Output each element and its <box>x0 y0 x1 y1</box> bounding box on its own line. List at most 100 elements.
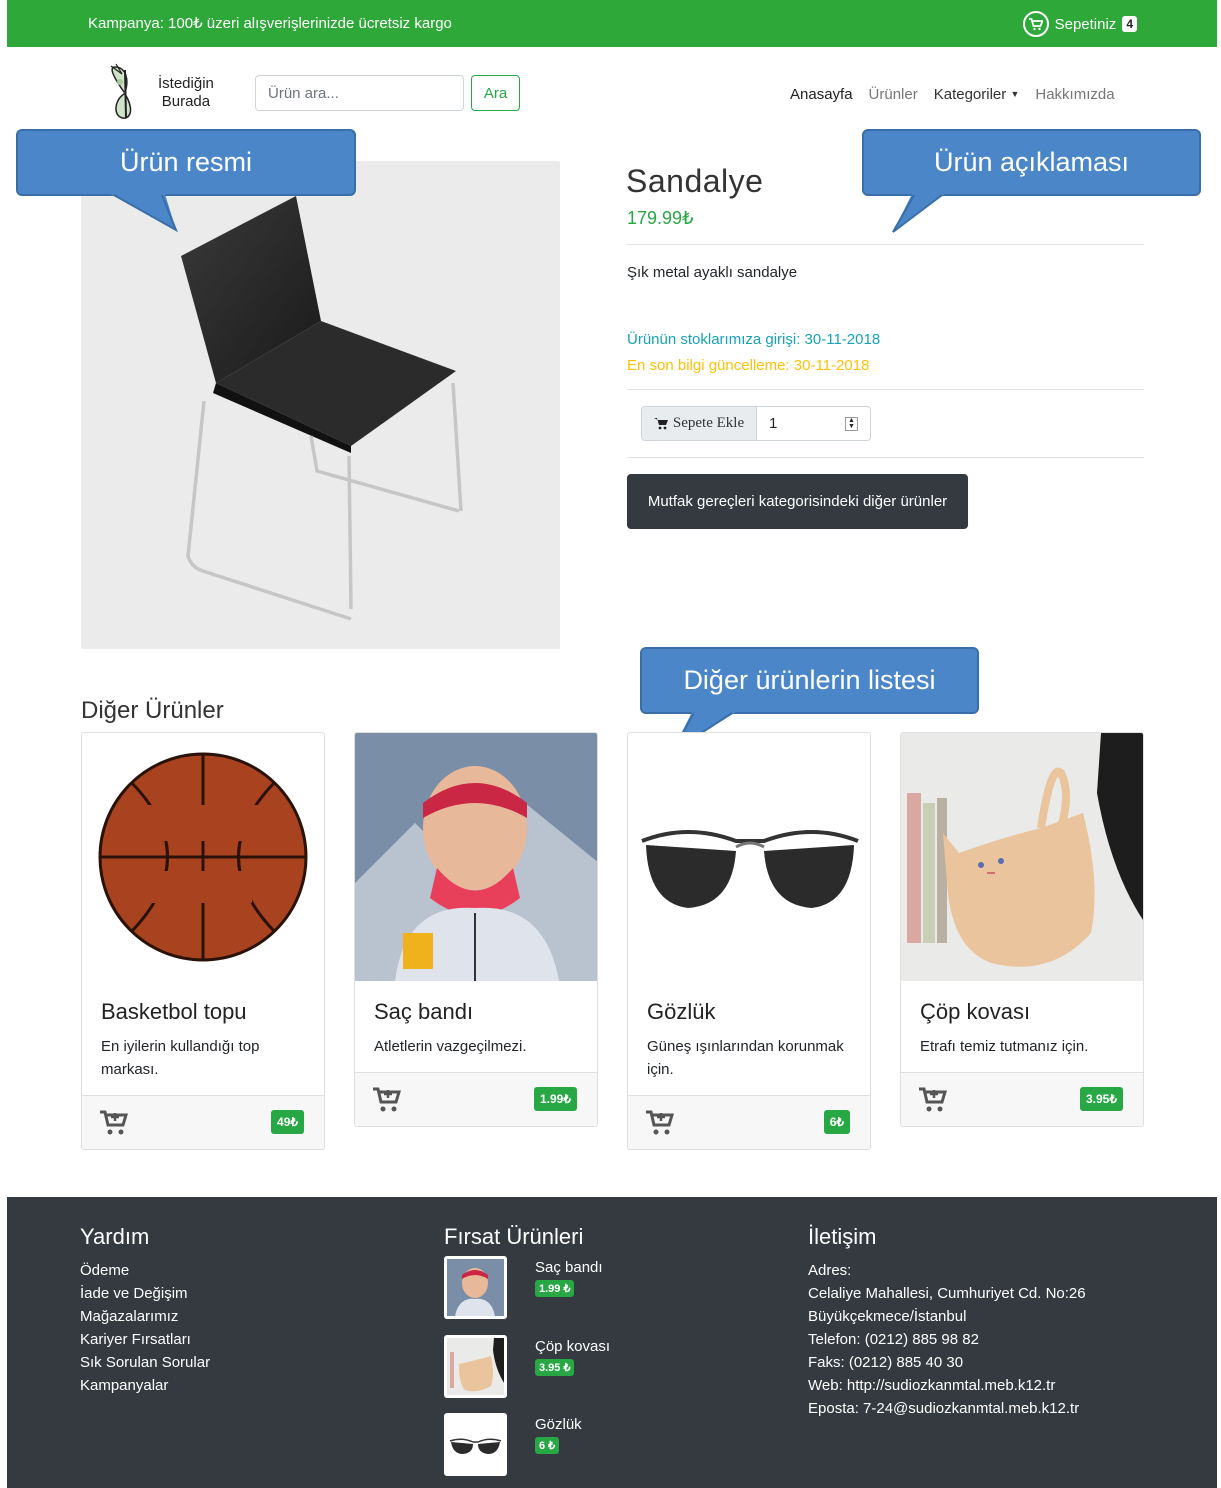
product-image <box>81 161 560 649</box>
footer-link[interactable]: Ödeme <box>80 1259 210 1282</box>
deal-name: Saç bandı <box>535 1259 603 1276</box>
cart-label: Sepetiniz <box>1054 15 1117 33</box>
contact-line: Faks: (0212) 885 40 30 <box>808 1354 964 1371</box>
footer-link[interactable]: Kariyer Fırsatları <box>80 1328 210 1351</box>
deal-thumbnail <box>444 1413 507 1476</box>
footer-help-title: Yardım <box>80 1224 150 1249</box>
callout-tail <box>110 194 178 233</box>
card-text: En iyilerin kullandığı top markası. <box>101 1038 260 1078</box>
callout-other-products: Diğer ürünlerin listesi <box>640 647 979 714</box>
card-title: Basketbol topu <box>101 999 247 1024</box>
footer-deals-title: Fırsat Ürünleri <box>444 1224 584 1249</box>
cat-trash-bin-image <box>907 733 1143 967</box>
deal-price-badge: 1.99 ₺ <box>535 1280 575 1297</box>
footer-contact-title: İletişim <box>808 1224 877 1249</box>
sunglasses-image <box>641 830 859 908</box>
cart-count-badge: 4 <box>1122 16 1137 32</box>
logo-line1: İstediğin <box>158 75 214 92</box>
divider <box>627 389 1144 390</box>
card-text: Etrafı temiz tutmanız için. <box>920 1038 1089 1055</box>
logo-line2: Burada <box>161 93 211 110</box>
logo-text: İstediğin Burada <box>158 75 214 111</box>
deal-thumbnail <box>444 1335 507 1398</box>
product-card[interactable]: Çöp kovası Etrafı temiz tutmanız için. 3… <box>900 732 1144 1127</box>
callout-product-image: Ürün resmi <box>16 129 356 196</box>
nav-products[interactable]: Ürünler <box>869 86 918 103</box>
quantity-stepper[interactable]: 1 ▲ ▼ <box>757 407 870 440</box>
footer-link[interactable]: İade ve Değişim <box>80 1282 210 1305</box>
deal-price-badge: 3.95 ₺ <box>535 1359 575 1376</box>
spinner-icon[interactable]: ▲ ▼ <box>845 417 858 431</box>
product-title: Sandalye <box>626 163 764 199</box>
add-to-cart-group: Sepete Ekle 1 ▲ ▼ <box>641 406 871 441</box>
promo-text: Kampanya: 100₺ üzeri alışverişlerinizde … <box>88 15 452 32</box>
nav-categories-label: Kategoriler <box>933 86 1007 103</box>
card-text: Atletlerin vazgeçilmezi. <box>374 1038 527 1055</box>
stock-date: Ürünün stoklarımıza girişi: 30-11-2018 <box>627 331 881 348</box>
other-products-title: Diğer Ürünler <box>81 697 224 724</box>
butterfly-icon <box>110 63 132 119</box>
add-cart-icon[interactable] <box>646 1110 675 1141</box>
caret-down-icon: ▼ <box>1010 89 1020 99</box>
deal-item[interactable]: Saç bandı 1.99 ₺ <box>444 1256 603 1319</box>
divider <box>627 457 1144 458</box>
site-logo[interactable]: İstediğin Burada <box>104 62 234 124</box>
footer-link[interactable]: Mağazalarımız <box>80 1305 210 1328</box>
main-nav: Anasayfa Ürünler Kategoriler ▼ Hakkımızd… <box>790 86 1115 103</box>
product-card[interactable]: Basketbol topu En iyilerin kullandığı to… <box>81 732 325 1150</box>
contact-line: Büyükçekmece/İstanbul <box>808 1308 967 1325</box>
contact-line: Telefon: (0212) 885 98 82 <box>808 1331 979 1348</box>
add-cart-icon[interactable] <box>919 1087 948 1118</box>
price-badge: 3.95₺ <box>1080 1087 1123 1111</box>
product-price: 179.99₺ <box>627 208 694 228</box>
card-image <box>82 733 324 981</box>
card-title: Saç bandı <box>374 999 474 1024</box>
contact-line[interactable]: Web: http://sudiozkanmtal.meb.k12.tr <box>808 1374 1086 1397</box>
cart-link[interactable]: Sepetiniz 4 <box>1022 11 1137 37</box>
search-button[interactable]: Ara <box>471 75 520 111</box>
contact-line: Celaliye Mahallesi, Cumhuriyet Cd. No:26 <box>808 1285 1086 1302</box>
card-footer: 1.99₺ <box>355 1072 597 1126</box>
quantity-value: 1 <box>769 415 778 432</box>
price-badge: 6₺ <box>823 1110 850 1134</box>
update-date: En son bilgi güncelleme: 30-11-2018 <box>627 357 870 374</box>
footer-help-links: Ödeme İade ve Değişim Mağazalarımız Kari… <box>80 1259 210 1397</box>
footer-link[interactable]: Kampanyalar <box>80 1374 210 1397</box>
card-title: Çöp kovası <box>920 999 1031 1024</box>
add-cart-icon[interactable] <box>100 1110 129 1141</box>
deal-item[interactable]: Çöp kovası 3.95 ₺ <box>444 1335 610 1398</box>
callout-product-description: Ürün açıklaması <box>862 129 1201 196</box>
card-footer: 3.95₺ <box>901 1072 1143 1126</box>
add-cart-icon[interactable] <box>373 1087 402 1118</box>
deal-name: Çöp kovası <box>535 1338 611 1355</box>
cart-icon <box>653 417 668 429</box>
card-image <box>901 733 1143 981</box>
nav-home[interactable]: Anasayfa <box>790 86 853 103</box>
chair-illustration <box>181 196 463 621</box>
basketball-image <box>98 752 308 962</box>
contact-line: Adres: <box>808 1262 852 1279</box>
nav-categories[interactable]: Kategoriler ▼ <box>934 86 1020 103</box>
divider <box>627 244 1144 245</box>
deal-item[interactable]: Gözlük 6 ₺ <box>444 1413 582 1476</box>
card-text: Güneş ışınlarından korunmak için. <box>647 1038 844 1078</box>
search-input[interactable] <box>255 75 464 111</box>
add-to-cart-button[interactable]: Sepete Ekle <box>642 407 757 440</box>
product-card[interactable]: Gözlük Güneş ışınlarından korunmak için.… <box>627 732 871 1150</box>
headband-athlete-image <box>355 766 597 981</box>
nav-about[interactable]: Hakkımızda <box>1035 86 1114 103</box>
footer-contact-info: Adres: Celaliye Mahallesi, Cumhuriyet Cd… <box>808 1259 1086 1420</box>
deal-name: Gözlük <box>535 1416 582 1433</box>
category-products-button[interactable]: Mutfak gereçleri kategorisindeki diğer ü… <box>627 474 968 529</box>
callout-tail <box>892 194 945 233</box>
card-title: Gözlük <box>647 999 716 1024</box>
footer-link[interactable]: Sık Sorulan Sorular <box>80 1351 210 1374</box>
promo-bar: Kampanya: 100₺ üzeri alışverişlerinizde … <box>7 0 1217 47</box>
card-image <box>628 733 870 981</box>
contact-line[interactable]: Eposta: 7-24@sudiozkanmtal.meb.k12.tr <box>808 1397 1086 1420</box>
product-description: Şık metal ayaklı sandalye <box>627 264 798 281</box>
card-footer: 6₺ <box>628 1095 870 1149</box>
price-badge: 1.99₺ <box>534 1087 577 1111</box>
deal-thumbnail <box>444 1256 507 1319</box>
product-card[interactable]: Saç bandı Atletlerin vazgeçilmezi. 1.99₺ <box>354 732 598 1127</box>
